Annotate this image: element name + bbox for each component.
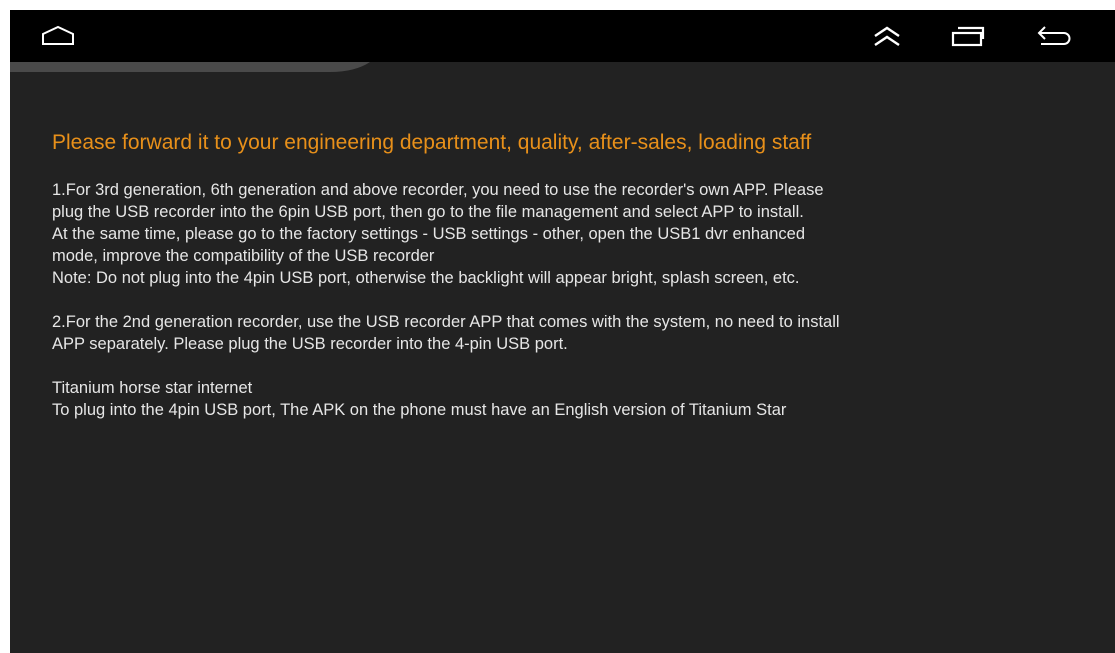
notice-line: APP separately. Please plug the USB reco… xyxy=(52,335,568,353)
notice-line: 2.For the 2nd generation recorder, use t… xyxy=(52,313,840,331)
recent-apps-icon xyxy=(951,26,985,47)
back-button[interactable] xyxy=(1033,18,1073,54)
notice-content: Please forward it to your engineering de… xyxy=(52,128,1102,421)
home-outline-icon xyxy=(42,25,74,45)
notice-line: Note: Do not plug into the 4pin USB port… xyxy=(52,269,800,287)
notice-line: To plug into the 4pin USB port, The APK … xyxy=(52,401,787,419)
system-navigation-bar xyxy=(10,10,1115,62)
notice-line: Titanium horse star internet xyxy=(52,379,253,397)
notice-section-2: 2.For the 2nd generation recorder, use t… xyxy=(52,311,1102,355)
screen: Please forward it to your engineering de… xyxy=(10,10,1115,653)
double-chevron-up-icon xyxy=(874,26,900,46)
notice-line: plug the USB recorder into the 6pin USB … xyxy=(52,203,804,221)
expand-up-button[interactable] xyxy=(867,18,907,54)
home-button[interactable] xyxy=(38,18,78,54)
back-arrow-icon xyxy=(1037,26,1071,45)
notice-section-3: Titanium horse star internet To plug int… xyxy=(52,377,1102,421)
recent-apps-button[interactable] xyxy=(948,18,988,54)
notice-section-1: 1.For 3rd generation, 6th generation and… xyxy=(52,179,1102,289)
top-tab-edge xyxy=(10,62,370,72)
notice-line: 1.For 3rd generation, 6th generation and… xyxy=(52,181,824,199)
notice-line: At the same time, please go to the facto… xyxy=(52,225,805,243)
notice-heading: Please forward it to your engineering de… xyxy=(52,131,812,154)
notice-line: mode, improve the compatibility of the U… xyxy=(52,247,435,265)
